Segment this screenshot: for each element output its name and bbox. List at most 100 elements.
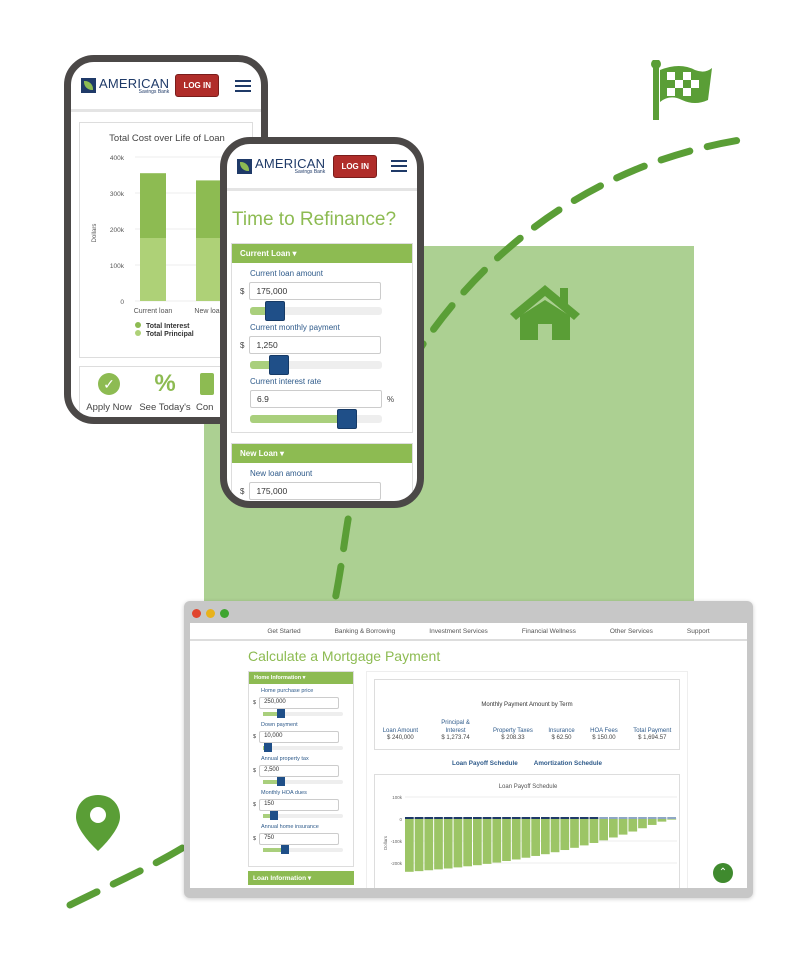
payoff-bar [550,819,560,853]
principal-bar [405,817,414,819]
apply-now-action[interactable]: ✓ Apply Now [84,373,134,417]
menu-icon[interactable] [391,160,407,172]
field-input[interactable]: 6.9 [250,390,382,408]
field-slider[interactable] [263,845,343,854]
field-slider[interactable] [263,777,343,786]
nav-item[interactable]: Support [687,628,710,635]
new-loan-amount-input[interactable]: 175,000 [249,482,382,500]
login-button[interactable]: LOG IN [333,154,377,178]
payoff-bar [589,819,599,843]
payoff-bar [570,819,579,848]
field-input[interactable]: 150 [259,799,340,811]
field-slider[interactable] [263,811,343,820]
house-icon [510,285,580,340]
field-input[interactable]: 1,250 [249,336,382,354]
see-rates-action[interactable]: % See Today's [139,370,190,417]
principal-bar [541,817,550,819]
payoff-bar [511,819,521,860]
field-group: Current monthly payment $1,250 [240,323,404,375]
field-input[interactable]: 750 [259,833,340,845]
close-window-button[interactable] [192,609,201,618]
field-group: Monthly HOA dues $150 [253,790,349,820]
home-info-toggle[interactable]: Home Information ▾ [249,672,353,684]
nav-item[interactable]: Get Started [267,628,300,635]
y-tick-label: 400k [110,155,125,162]
check-circle-icon: ✓ [98,373,120,395]
y-tick-label: 100k [392,795,403,800]
principal-bar [511,817,521,819]
y-tick-label: 300k [110,191,125,198]
slider-handle[interactable] [264,301,285,321]
y-axis-label: Dollars [92,224,98,243]
summary-item: Loan Amount $ 240,000 [382,727,419,742]
payoff-bar [609,819,618,838]
field-input[interactable]: 250,000 [259,697,340,709]
field-slider[interactable] [250,301,382,321]
principal-bar [482,817,492,819]
payoff-bar [579,819,589,846]
payoff-bar [482,819,492,864]
principal-bar [424,817,434,819]
scroll-to-top-button[interactable]: ⌃ [713,863,733,883]
summary-item: HOA Fees $ 150.00 [590,727,618,742]
slider-handle[interactable] [269,355,290,375]
page-title: Calculate a Mortgage Payment [248,648,441,664]
principal-bar [579,817,589,819]
field-input[interactable]: 10,000 [259,731,340,743]
new-loan-toggle[interactable]: New Loan ▾ [232,444,412,463]
field-input[interactable]: 175,000 [249,282,382,300]
principal-bar [618,817,628,819]
menu-icon[interactable] [235,79,251,92]
y-tick-label: 0 [399,817,402,822]
slider-handle[interactable] [277,709,286,718]
payoff-bar [434,819,443,870]
payoff-bar [414,819,424,872]
field-slider[interactable] [250,355,382,375]
principal-bar [443,817,453,819]
slider-handle[interactable] [270,811,279,820]
minimize-window-button[interactable] [206,609,215,618]
payoff-bar [531,819,540,856]
y-tick-label: -200k [391,861,403,866]
current-loan-panel: Current Loan ▾ Current loan amount $175,… [231,243,413,433]
payoff-bar [599,819,608,841]
principal-bar [609,817,618,819]
bar-principal [196,238,222,301]
principal-bar [570,817,579,819]
phone-header: AMERICAN Savings Bank LOG IN [71,62,261,112]
slider-handle[interactable] [281,845,289,854]
login-button[interactable]: LOG IN [175,74,219,97]
percent-icon: % [154,370,176,397]
payoff-bar [521,819,531,858]
principal-bar [550,817,560,819]
maximize-window-button[interactable] [220,609,229,618]
principal-bar [638,817,647,819]
contact-action[interactable]: Con [196,373,220,417]
tab-loan-payoff-schedule[interactable]: Loan Payoff Schedule [452,760,518,767]
field-slider[interactable] [263,709,343,718]
slider-handle[interactable] [264,743,273,752]
nav-item[interactable]: Other Services [610,628,653,635]
field-group: Home purchase price $250,000 [253,688,349,718]
phone-mockup-refinance: AMERICAN Savings Bank LOG IN Time to Refi… [220,137,424,508]
field-input[interactable]: 2,500 [259,765,340,777]
payoff-bar [492,819,502,863]
bar-interest [140,173,166,238]
y-axis-label: Dollars [383,835,388,850]
slider-handle[interactable] [336,409,357,429]
slider-handle[interactable] [277,777,286,786]
principal-bar [434,817,443,819]
field-slider[interactable] [263,743,343,752]
summary-item: Property Taxes $ 208.33 [492,727,533,742]
nav-item[interactable]: Investment Services [429,628,488,635]
nav-item[interactable]: Financial Wellness [522,628,576,635]
loan-info-toggle[interactable]: Loan Information ▾ [248,871,354,885]
tab-amortization-schedule[interactable]: Amortization Schedule [534,760,602,767]
nav-item[interactable]: Banking & Borrowing [335,628,396,635]
current-loan-toggle[interactable]: Current Loan ▾ [232,244,412,263]
payment-summary: Monthly Payment Amount by Term Loan Amou… [374,679,680,750]
payoff-bar [541,819,550,855]
field-slider[interactable] [250,409,382,429]
payoff-bar [667,819,676,820]
bank-logo: AMERICAN Savings Bank [81,77,169,95]
